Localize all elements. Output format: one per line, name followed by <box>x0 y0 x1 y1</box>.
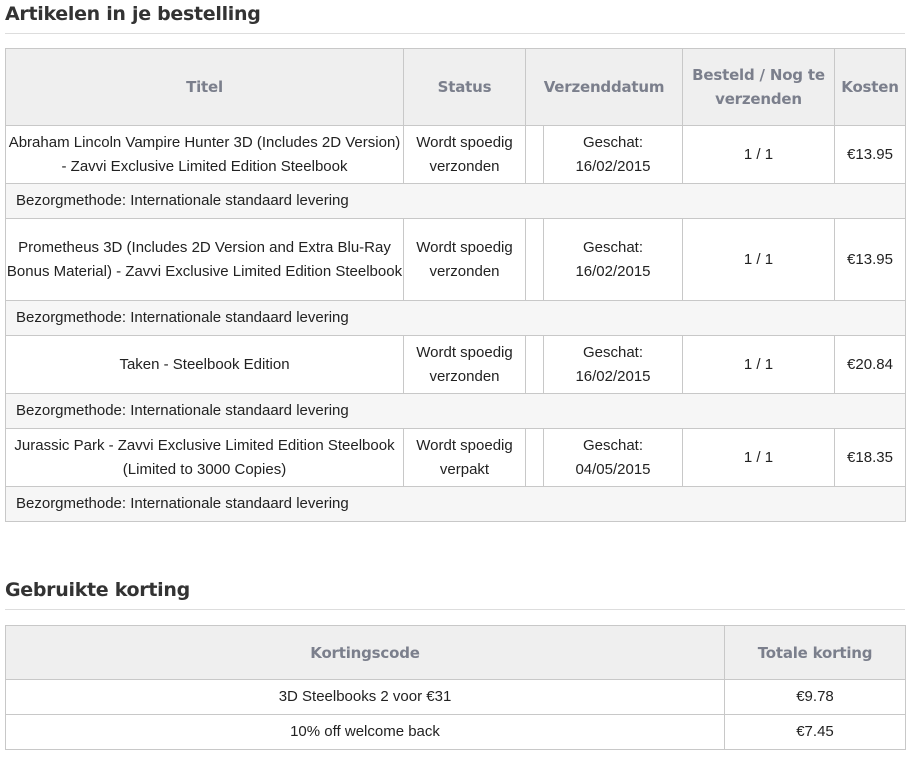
delivery-method: Bezorgmethode: Internationale standaard … <box>5 393 906 429</box>
item-cost: €13.95 <box>834 218 906 301</box>
spacer-cell <box>525 335 544 394</box>
item-status: Wordt spoedig verpakt <box>403 428 526 487</box>
table-row: 3D Steelbooks 2 voor €31 €9.78 <box>5 679 906 715</box>
item-shipdate: Geschat: 16/02/2015 <box>543 335 683 394</box>
item-qty: 1 / 1 <box>682 125 835 184</box>
discount-code: 10% off welcome back <box>5 714 725 750</box>
discount-total: €7.45 <box>724 714 906 750</box>
discount-code: 3D Steelbooks 2 voor €31 <box>5 679 725 715</box>
delivery-method: Bezorgmethode: Internationale standaard … <box>5 183 906 219</box>
delivery-method-row: Bezorgmethode: Internationale standaard … <box>5 300 906 336</box>
item-title: Taken - Steelbook Edition <box>5 335 404 394</box>
delivery-method: Bezorgmethode: Internationale standaard … <box>5 486 906 522</box>
discount-header-row: Kortingscode Totale korting <box>5 625 906 680</box>
delivery-method-row: Bezorgmethode: Internationale standaard … <box>5 393 906 429</box>
order-items-table: Titel Status Verzenddatum Besteld / Nog … <box>5 48 906 522</box>
item-title: Jurassic Park - Zavvi Exclusive Limited … <box>5 428 404 487</box>
order-items-title: Artikelen in je bestelling <box>5 3 261 25</box>
item-qty: 1 / 1 <box>682 335 835 394</box>
header-discount-total: Totale korting <box>724 625 906 680</box>
discounts-table: Kortingscode Totale korting 3D Steelbook… <box>5 625 906 750</box>
spacer-cell <box>525 218 544 301</box>
delivery-method: Bezorgmethode: Internationale standaard … <box>5 300 906 336</box>
shipdate-value: 04/05/2015 <box>575 460 651 478</box>
shipdate-value: 16/02/2015 <box>575 157 651 175</box>
item-qty: 1 / 1 <box>682 428 835 487</box>
shipdate-label: Geschat: <box>582 238 644 256</box>
item-shipdate: Geschat: 16/02/2015 <box>543 218 683 301</box>
item-title: Abraham Lincoln Vampire Hunter 3D (Inclu… <box>5 125 404 184</box>
table-header-row: Titel Status Verzenddatum Besteld / Nog … <box>5 48 906 126</box>
table-row: 10% off welcome back €7.45 <box>5 714 906 750</box>
item-title: Prometheus 3D (Includes 2D Version and E… <box>5 218 404 301</box>
header-qty: Besteld / Nog te verzenden <box>682 48 835 126</box>
shipdate-label: Geschat: <box>582 133 644 151</box>
shipdate-value: 16/02/2015 <box>575 262 651 280</box>
item-cost: €18.35 <box>834 428 906 487</box>
header-discount-code: Kortingscode <box>5 625 725 680</box>
item-status: Wordt spoedig verzonden <box>403 335 526 394</box>
table-row: Prometheus 3D (Includes 2D Version and E… <box>5 218 906 301</box>
item-shipdate: Geschat: 16/02/2015 <box>543 125 683 184</box>
shipdate-value: 16/02/2015 <box>575 367 651 385</box>
header-title: Titel <box>5 48 404 126</box>
header-status: Status <box>403 48 526 126</box>
header-cost: Kosten <box>834 48 906 126</box>
shipdate-label: Geschat: <box>582 436 644 454</box>
discount-total: €9.78 <box>724 679 906 715</box>
delivery-method-row: Bezorgmethode: Internationale standaard … <box>5 486 906 522</box>
spacer-cell <box>525 428 544 487</box>
header-shipdate: Verzenddatum <box>525 48 683 126</box>
shipdate-label: Geschat: <box>582 343 644 361</box>
table-row: Taken - Steelbook Edition Wordt spoedig … <box>5 335 906 394</box>
item-status: Wordt spoedig verzonden <box>403 125 526 184</box>
item-qty: 1 / 1 <box>682 218 835 301</box>
section-divider <box>5 33 905 34</box>
discounts-title: Gebruikte korting <box>5 579 190 601</box>
item-shipdate: Geschat: 04/05/2015 <box>543 428 683 487</box>
spacer-cell <box>525 125 544 184</box>
item-cost: €13.95 <box>834 125 906 184</box>
section-divider <box>5 609 905 610</box>
table-row: Abraham Lincoln Vampire Hunter 3D (Inclu… <box>5 125 906 184</box>
item-cost: €20.84 <box>834 335 906 394</box>
item-status: Wordt spoedig verzonden <box>403 218 526 301</box>
table-row: Jurassic Park - Zavvi Exclusive Limited … <box>5 428 906 487</box>
delivery-method-row: Bezorgmethode: Internationale standaard … <box>5 183 906 219</box>
